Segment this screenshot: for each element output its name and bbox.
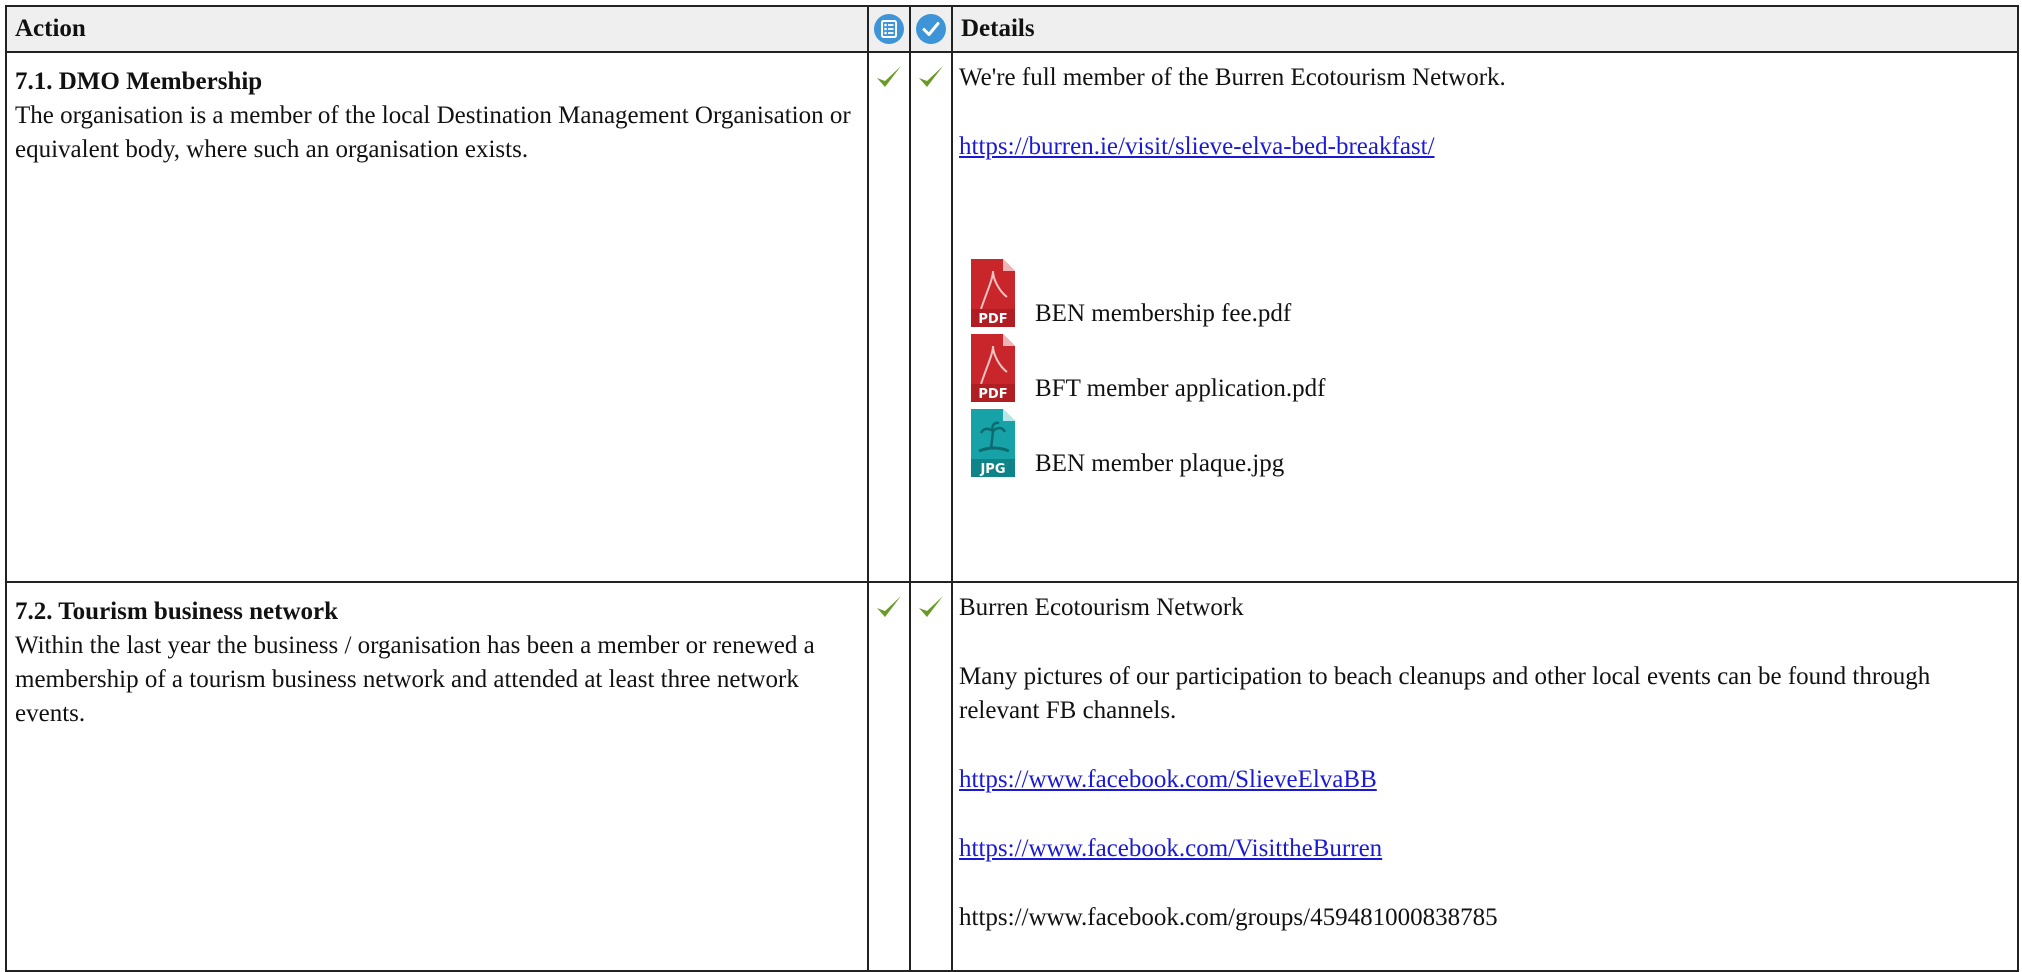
criteria-table: Action Details 7.1. DMO Membership The o… [5, 5, 2019, 972]
checkmark-icon [877, 596, 901, 617]
action-title: 7.1. DMO Membership [15, 68, 263, 95]
jpg-file-icon: JPG [971, 409, 1015, 477]
attachment-item[interactable]: PDF BFT member application.pdf [969, 334, 2009, 410]
details-link[interactable]: https://www.facebook.com/VisittheBurren [959, 835, 1382, 862]
details-text: We're full member of the Burren Ecotouri… [959, 64, 1506, 91]
action-description: The organisation is a member of the loca… [15, 102, 851, 163]
svg-text:PDF: PDF [978, 387, 1007, 402]
check-circle-icon [916, 14, 946, 45]
check-cell [867, 51, 911, 583]
details-link[interactable]: https://burren.ie/visit/slieve-elva-bed-… [959, 133, 1435, 160]
details-text: Burren Ecotourism Network [959, 594, 1244, 621]
details-cell: Burren Ecotourism Network Many pictures … [951, 581, 2019, 972]
table-header-row: Action Details [5, 5, 2019, 53]
action-column-header: Action [5, 5, 869, 53]
action-cell: 7.1. DMO Membership The organisation is … [5, 51, 869, 583]
check-cell [909, 581, 953, 972]
checkmark-icon [919, 66, 943, 87]
attachments-list: PDF BEN membership fee.pdf PDF BFT membe… [959, 259, 2009, 485]
attachment-item[interactable]: JPG BEN member plaque.jpg [969, 409, 2009, 485]
details-cell: We're full member of the Burren Ecotouri… [951, 51, 2019, 583]
list-column-header [867, 5, 911, 53]
action-cell: 7.2. Tourism business network Within the… [5, 581, 869, 972]
checkmark-icon [919, 596, 943, 617]
action-description: Within the last year the business / orga… [15, 632, 815, 727]
svg-text:JPG: JPG [979, 462, 1005, 477]
attachment-item[interactable]: PDF BEN membership fee.pdf [969, 259, 2009, 335]
details-column-header: Details [951, 5, 2019, 53]
pdf-file-icon: PDF [971, 334, 1015, 402]
action-title: 7.2. Tourism business network [15, 598, 338, 625]
checkmark-icon [877, 66, 901, 87]
svg-text:PDF: PDF [978, 312, 1007, 327]
verified-column-header [909, 5, 953, 53]
table-row: 7.2. Tourism business network Within the… [5, 581, 2019, 972]
pdf-file-icon: PDF [971, 259, 1015, 327]
attachment-name: BEN membership fee.pdf [1035, 300, 1292, 327]
check-cell [867, 581, 911, 972]
details-text: https://www.facebook.com/groups/45948100… [959, 904, 1498, 931]
attachment-name: BEN member plaque.jpg [1035, 450, 1285, 477]
attachment-name: BFT member application.pdf [1035, 375, 1326, 402]
table-row: 7.1. DMO Membership The organisation is … [5, 51, 2019, 583]
check-cell [909, 51, 953, 583]
details-link[interactable]: https://www.facebook.com/SlieveElvaBB [959, 766, 1377, 793]
list-icon [874, 14, 904, 45]
details-text: Many pictures of our participation to be… [959, 663, 1931, 724]
